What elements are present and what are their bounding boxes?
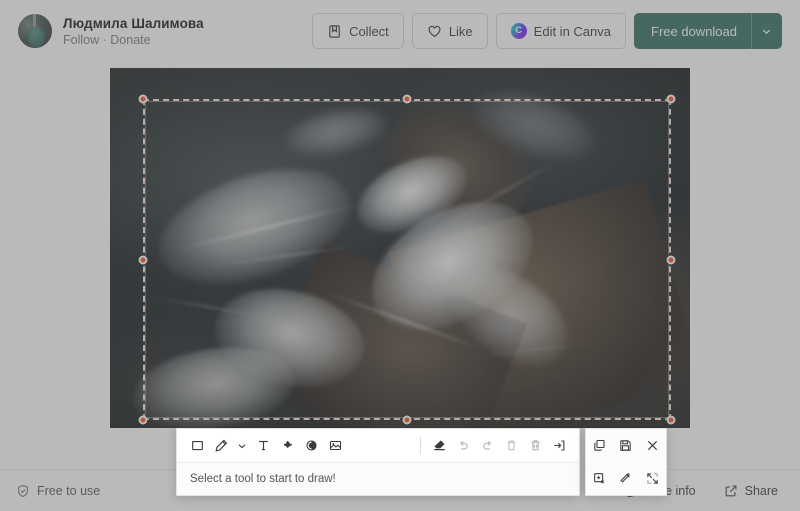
save-button[interactable] bbox=[615, 435, 637, 457]
text-tool[interactable] bbox=[252, 435, 274, 457]
close-button[interactable] bbox=[642, 435, 664, 457]
exit-button[interactable] bbox=[548, 435, 570, 457]
clear-all-button[interactable] bbox=[524, 435, 546, 457]
image-tool[interactable] bbox=[324, 435, 346, 457]
draw-hint-text: Select a tool to start to draw! bbox=[177, 463, 579, 495]
draw-toolbar bbox=[177, 429, 579, 463]
undo-button[interactable] bbox=[452, 435, 474, 457]
draw-mini-panel bbox=[585, 428, 667, 496]
rectangle-tool[interactable] bbox=[186, 435, 208, 457]
delete-button[interactable] bbox=[500, 435, 522, 457]
draw-tool-panel: Select a tool to start to draw! bbox=[176, 428, 580, 496]
contrast-tool[interactable] bbox=[300, 435, 322, 457]
remove-copy-button[interactable] bbox=[588, 468, 610, 490]
toolbar-divider bbox=[420, 437, 421, 454]
pen-tool[interactable] bbox=[210, 435, 232, 457]
blur-tool[interactable] bbox=[276, 435, 298, 457]
redo-button[interactable] bbox=[476, 435, 498, 457]
eraser-button[interactable] bbox=[428, 435, 450, 457]
expand-button[interactable] bbox=[642, 468, 664, 490]
copy-button[interactable] bbox=[588, 435, 610, 457]
magic-wand-button[interactable] bbox=[615, 468, 637, 490]
pen-options-chevron-down-icon[interactable] bbox=[234, 435, 250, 457]
